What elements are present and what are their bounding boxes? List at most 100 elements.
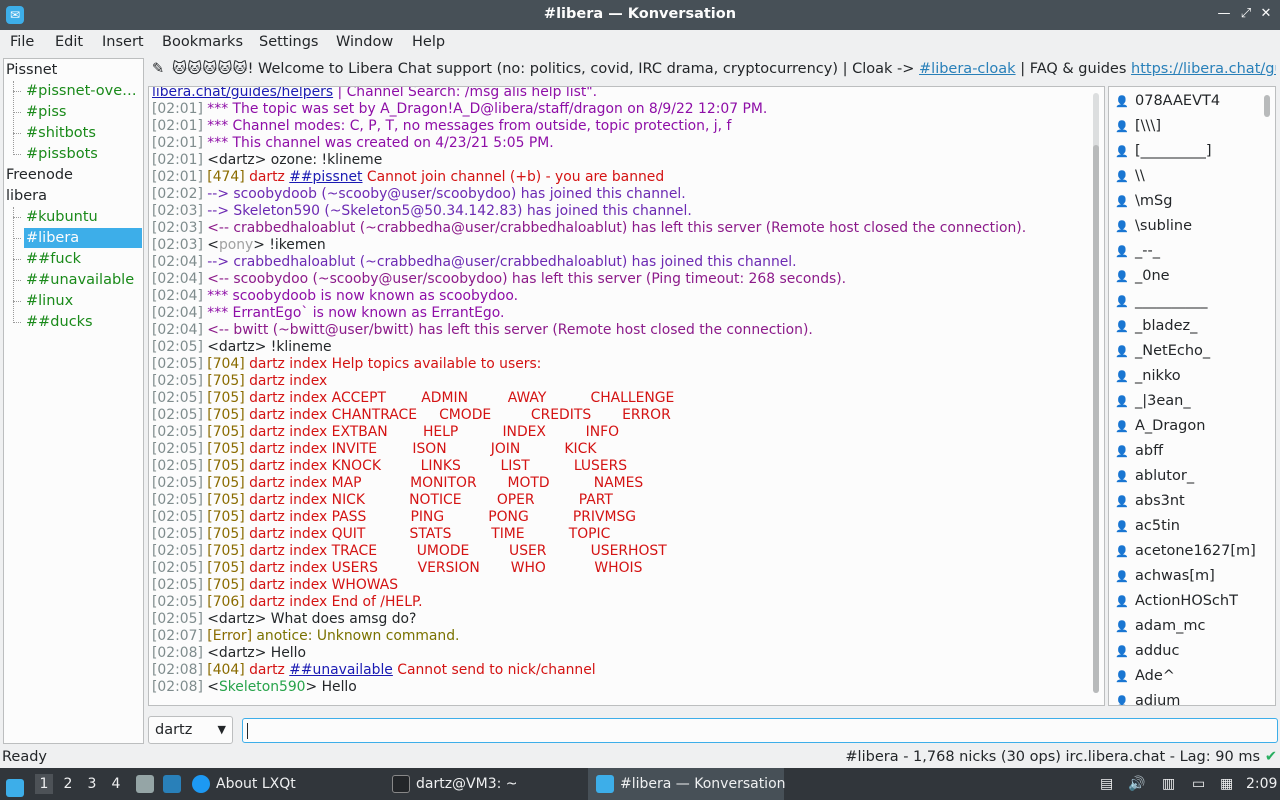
chat-view[interactable]: libera.chat/guides/helpers | Channel Sea…	[148, 86, 1105, 706]
window-title: #libera — Konversation	[543, 6, 737, 22]
helpers-link[interactable]: libera.chat/guides/helpers	[152, 87, 333, 100]
topic-link-faq[interactable]: https://libera.chat/guides/fa...	[1131, 61, 1276, 77]
nick-item[interactable]: 👤 078AAEVT4	[1115, 89, 1220, 114]
chat-line: [02:01] *** Channel modes: C, P, T, no m…	[152, 118, 1086, 135]
tree-server-pissnet[interactable]: Pissnet	[6, 60, 57, 80]
tree-channel[interactable]: #kubuntu	[24, 207, 142, 227]
topic-link-cloak[interactable]: #libera-cloak	[919, 61, 1016, 77]
nick-item[interactable]: 👤 \subline	[1115, 214, 1192, 239]
menu-insert[interactable]: Insert	[102, 34, 144, 50]
nick-item[interactable]: 👤 Ade^	[1115, 664, 1175, 689]
menu-help[interactable]: Help	[412, 34, 445, 50]
message-text: [705]	[207, 390, 245, 406]
tree-channel[interactable]: ##fuck	[24, 249, 142, 269]
close-icon[interactable]: ✕	[1258, 5, 1274, 23]
tree-channel[interactable]: ##unavailable	[24, 270, 142, 290]
nick-item[interactable]: 👤 _nikko	[1115, 364, 1181, 389]
menu-edit[interactable]: Edit	[55, 34, 83, 50]
desktop-icon[interactable]	[163, 768, 183, 800]
nick-item[interactable]: 👤 _bladez_	[1115, 314, 1197, 339]
edit-topic-icon[interactable]: ✎	[152, 61, 164, 77]
workspace-4[interactable]: 4	[107, 774, 125, 794]
title-bar[interactable]: ✉ #libera — Konversation — ⤢ ✕	[0, 0, 1280, 30]
nick-item[interactable]: 👤 adium	[1115, 689, 1180, 705]
nick-item[interactable]: 👤 _|3ean_	[1115, 389, 1191, 414]
message-text: [705]	[207, 560, 245, 576]
workspace-1[interactable]: 1	[35, 774, 53, 794]
tree-server-libera[interactable]: libera	[6, 186, 47, 206]
chat-scrollbar[interactable]	[1090, 89, 1102, 701]
minimize-icon[interactable]: —	[1216, 5, 1232, 23]
menu-bookmarks[interactable]: Bookmarks	[162, 34, 243, 50]
start-menu-icon[interactable]	[6, 768, 28, 800]
message-text: dartz index QUIT STATS TIME TOPIC	[244, 526, 611, 542]
nick-item[interactable]: 👤 [_________]	[1115, 139, 1212, 164]
menu-window[interactable]: Window	[336, 34, 393, 50]
nick-item[interactable]: 👤 ablutor_	[1115, 464, 1194, 489]
timestamp: [02:01]	[152, 118, 203, 134]
tray-keyboard-icon[interactable]: ▦	[1220, 768, 1236, 800]
maximize-icon[interactable]: ⤢	[1238, 5, 1254, 23]
tray-monitor-icon[interactable]: ▭	[1192, 768, 1208, 800]
server-tree[interactable]: Pissnet #pissnet-over… #piss #shitbots #…	[3, 58, 144, 744]
user-icon: 👤	[1115, 270, 1129, 283]
tree-channel[interactable]: #linux	[24, 291, 142, 311]
message-text: Cannot join channel (+b) - you are banne…	[362, 169, 665, 185]
workspace-2[interactable]: 2	[59, 774, 77, 794]
menu-settings[interactable]: Settings	[259, 34, 318, 50]
message-text: *** scoobydoob is now known as scoobydoo…	[207, 288, 519, 304]
timestamp: [02:05]	[152, 373, 203, 389]
message-text: dartz index EXTBAN HELP INDEX INFO	[244, 424, 620, 440]
timestamp: [02:07]	[152, 628, 203, 644]
nickname-selector[interactable]: dartz ▼	[148, 716, 233, 744]
volume-icon[interactable]: 🔊	[1128, 768, 1145, 800]
tray-updates-icon[interactable]: ▤	[1100, 768, 1116, 800]
nick-item[interactable]: 👤 \mSg	[1115, 189, 1172, 214]
nick-item[interactable]: 👤 _--_	[1115, 239, 1160, 264]
tree-channel[interactable]: #pissnet-over…	[24, 81, 142, 101]
tree-channel[interactable]: ##ducks	[24, 312, 142, 332]
timestamp: [02:03]	[152, 203, 203, 219]
tray-clipboard-icon[interactable]: ▥	[1162, 768, 1178, 800]
nick-item[interactable]: 👤 abff	[1115, 439, 1163, 464]
clock[interactable]: 2:09	[1246, 768, 1277, 800]
nick-item[interactable]: 👤 __________	[1115, 289, 1208, 314]
timestamp: [02:05]	[152, 475, 203, 491]
message-text: [705]	[207, 543, 245, 559]
chat-line: [02:01] *** The topic was set by A_Drago…	[152, 101, 1086, 118]
chat-line: [02:04] --> crabbedhaloablut (~crabbedha…	[152, 254, 1086, 271]
message-text: *** The topic was set by A_Dragon!A_D@li…	[207, 101, 768, 117]
user-icon: 👤	[1115, 495, 1129, 508]
nick-item[interactable]: 👤 adam_mc	[1115, 614, 1205, 639]
nick-list[interactable]: 👤 078AAEVT4 👤 [\\\] 👤 [_________] 👤 \\ 👤 \mSg 👤 \su…	[1108, 86, 1276, 706]
nick-item[interactable]: 👤 _0ne	[1115, 264, 1170, 289]
tree-channel[interactable]: #piss	[24, 102, 142, 122]
nick-scrollbar[interactable]	[1261, 91, 1273, 701]
task-terminal[interactable]: dartz@VM3: ~	[392, 768, 582, 800]
nick-item[interactable]: 👤 ac5tin	[1115, 514, 1180, 539]
tree-channel-selected[interactable]: #libera	[24, 228, 142, 248]
task-about-lxqt[interactable]: About LXQt	[192, 768, 382, 800]
menu-file[interactable]: File	[10, 34, 34, 50]
nick-item[interactable]: 👤 A_Dragon	[1115, 414, 1205, 439]
workspace-3[interactable]: 3	[83, 774, 101, 794]
message-text: Cannot send to nick/channel	[392, 662, 596, 678]
task-konversation[interactable]: #libera — Konversation	[588, 768, 786, 800]
nick-item[interactable]: 👤 \\	[1115, 164, 1145, 189]
nick-item[interactable]: 👤 acetone1627[m]	[1115, 539, 1256, 564]
timestamp: [02:05]	[152, 407, 203, 423]
message-text: dartz index INVITE ISON JOIN KICK	[244, 441, 597, 457]
timestamp: [02:04]	[152, 271, 203, 287]
message-input[interactable]	[242, 718, 1278, 743]
nick-item[interactable]: 👤 [\\\]	[1115, 114, 1161, 139]
nick-item[interactable]: 👤 abs3nt	[1115, 489, 1185, 514]
nick-item[interactable]: 👤 ActionHOSchT	[1115, 589, 1238, 614]
message-text: [705]	[207, 492, 245, 508]
nick-item[interactable]: 👤 achwas[m]	[1115, 564, 1215, 589]
file-manager-icon[interactable]	[136, 768, 156, 800]
tree-server-freenode[interactable]: Freenode	[6, 165, 73, 185]
nick-item[interactable]: 👤 _NetEcho_	[1115, 339, 1210, 364]
nick-item[interactable]: 👤 adduc	[1115, 639, 1179, 664]
tree-channel[interactable]: #shitbots	[24, 123, 142, 143]
tree-channel[interactable]: #pissbots	[24, 144, 142, 164]
